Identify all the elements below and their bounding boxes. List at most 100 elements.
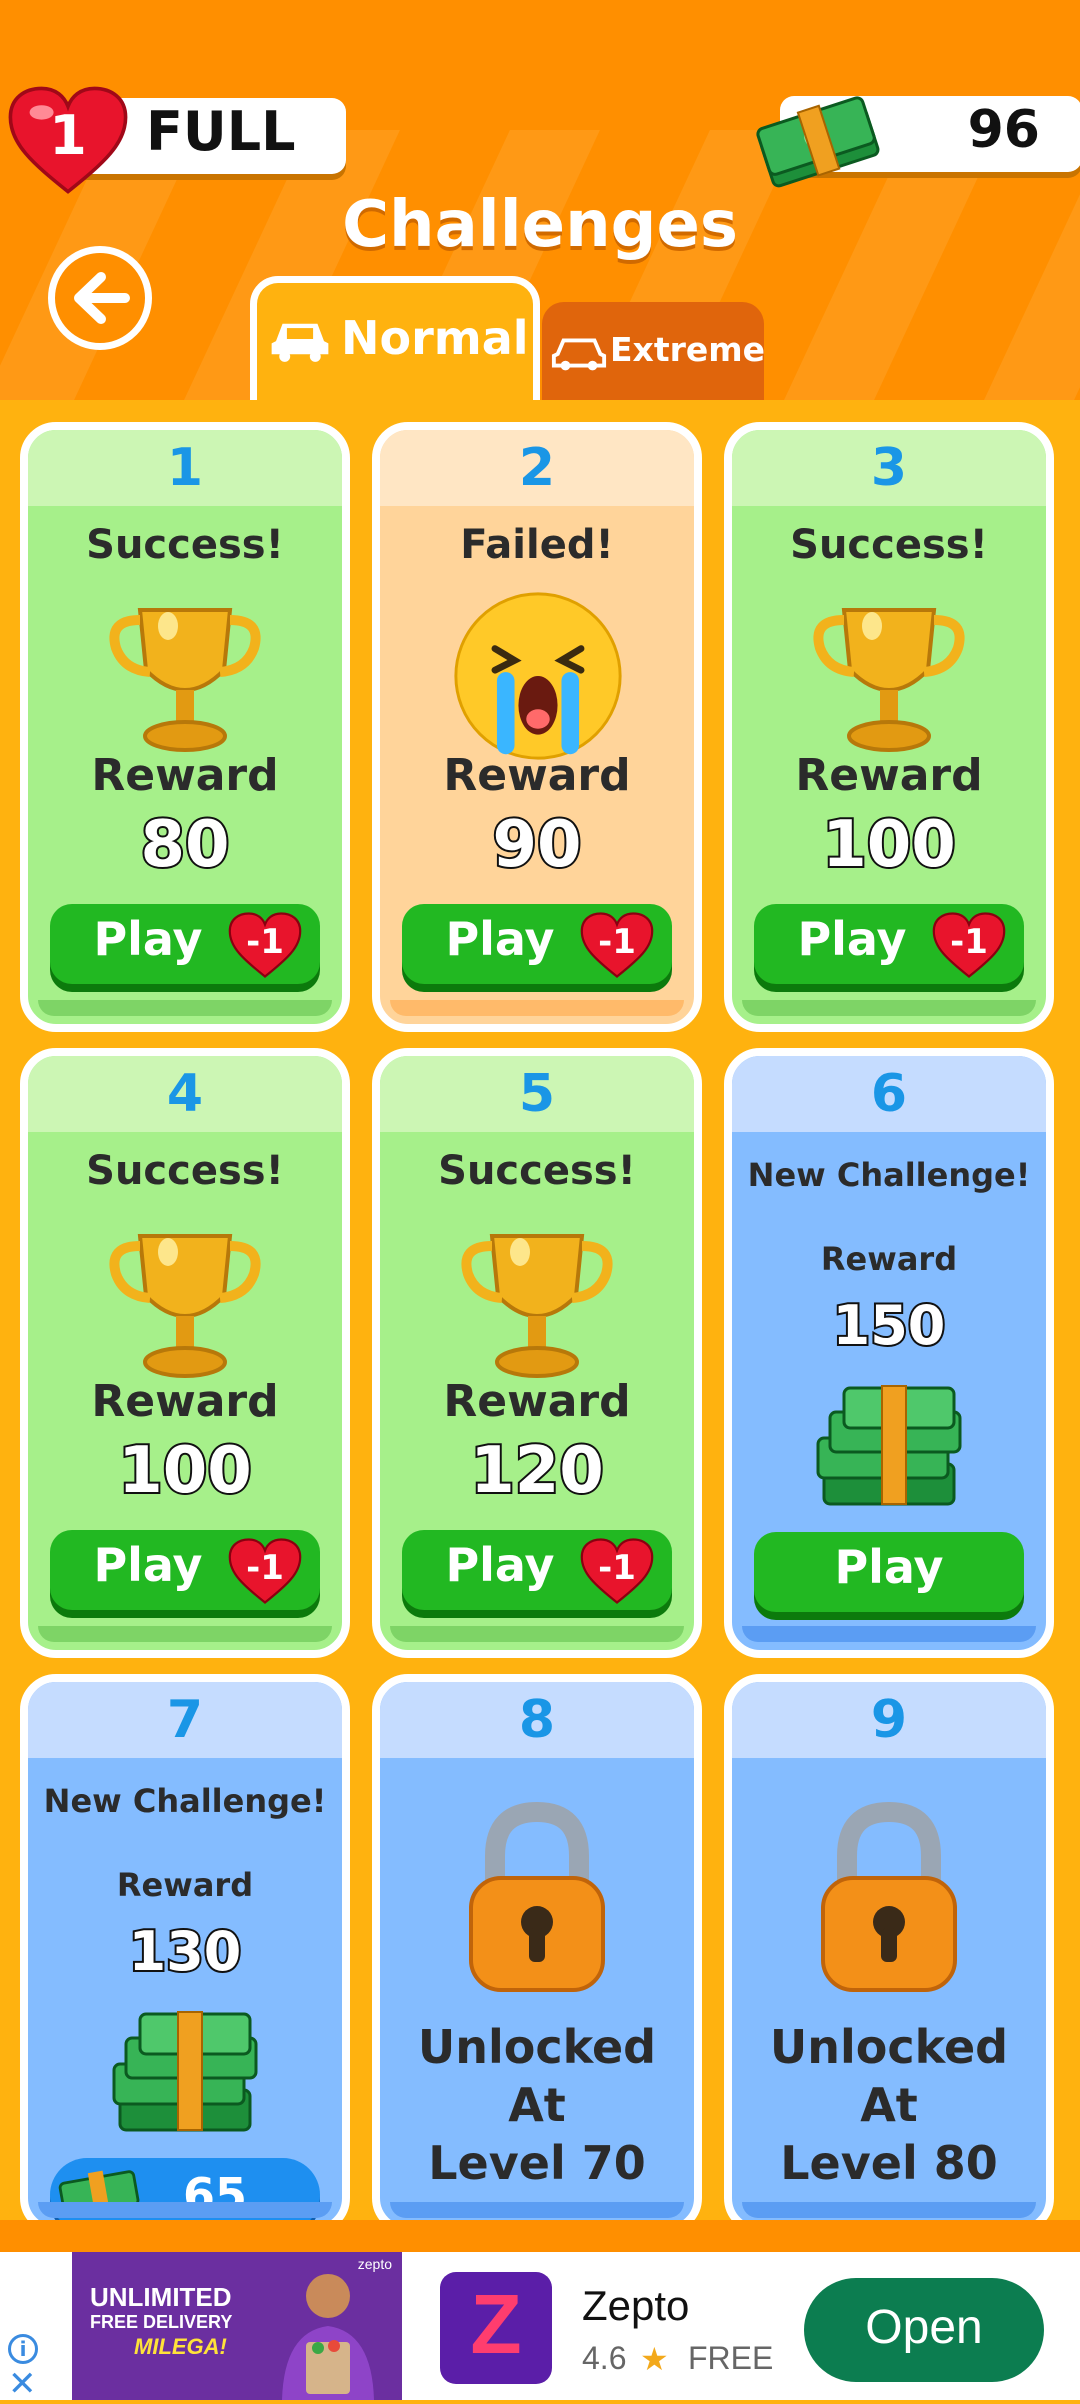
unlock-requirement-line2: At [508, 2078, 566, 2132]
reward-label: Reward [91, 1376, 279, 1427]
tab-normal-label: Normal [341, 311, 529, 365]
play-label: Play [834, 1540, 944, 1594]
lives-count: 1 [49, 104, 87, 167]
challenge-card-9: 9 Unlocked At Level 80 [724, 1674, 1054, 2234]
play-cost: -1 [598, 1548, 636, 1588]
challenge-status: Success! [86, 1148, 284, 1194]
page-title: Challenges [342, 188, 738, 262]
challenge-number: 7 [28, 1682, 342, 1758]
star-icon: ★ [640, 2340, 669, 2378]
reward-value: 150 [831, 1292, 948, 1359]
cash-icon [58, 2170, 140, 2218]
challenge-card-1: 1 Success! Reward 80 Play -1 [20, 422, 350, 1032]
play-label: Play [93, 912, 203, 966]
unlock-requirement-line1: Unlocked [769, 2020, 1009, 2074]
back-arrow-icon [74, 272, 130, 324]
play-button[interactable]: Play -1 [50, 904, 320, 984]
cash-stack-icon [756, 96, 880, 188]
ad-divider [0, 2220, 1080, 2252]
challenge-card-8: 8 Unlocked At Level 70 [372, 1674, 702, 2234]
reward-value: 100 [116, 1432, 254, 1510]
ad-image-tagline: MILEGA! [134, 2334, 227, 2359]
person-illustration [282, 2274, 374, 2400]
cash-amount: 96 [967, 100, 1040, 160]
unlock-requirement-line3: Level 70 [428, 2136, 646, 2190]
trophy-icon [109, 608, 261, 752]
ad-image[interactable]: zepto UNLIMITED FREE DELIVERY MILEGA! [72, 2252, 402, 2400]
play-cost: -1 [246, 1548, 284, 1588]
ad-rating: 4.6 [582, 2340, 627, 2376]
ad-price: FREE [688, 2340, 774, 2376]
challenge-number: 5 [380, 1056, 694, 1132]
cash-stack-icon [112, 2011, 258, 2132]
play-label: Play [445, 1538, 555, 1592]
cash-stack-icon [816, 1385, 962, 1506]
ad-open-label: Open [865, 2301, 983, 2354]
play-label: Play [93, 1538, 203, 1592]
challenge-card-3: 3 Success! Reward 100 Play -1 [724, 422, 1054, 1032]
unlock-requirement-line1: Unlocked [417, 2020, 657, 2074]
play-button[interactable]: Play -1 [402, 1530, 672, 1610]
reward-label: Reward [820, 1240, 958, 1278]
challenge-status: New Challenge! [43, 1782, 327, 1820]
reward-label: Reward [116, 1866, 254, 1904]
play-cost: -1 [950, 922, 988, 962]
play-label: Play [797, 912, 907, 966]
reward-value: 90 [490, 806, 583, 884]
unlock-requirement-line2: At [860, 2078, 918, 2132]
challenge-number: 1 [28, 430, 342, 506]
play-button[interactable]: Play -1 [50, 1530, 320, 1610]
reward-value: 130 [127, 1918, 244, 1985]
crying-face-icon [454, 592, 622, 760]
padlock-icon [469, 1801, 605, 1992]
challenge-number: 6 [732, 1056, 1046, 1132]
play-button[interactable]: Play -1 [754, 904, 1024, 984]
ad-banner[interactable]: i ✕ zepto UNLIMITED FREE DELIVERY MILEGA… [0, 2252, 1080, 2404]
challenge-card-6: 6 New Challenge! Reward 150 Play [724, 1048, 1054, 1658]
back-button[interactable] [48, 246, 152, 350]
trophy-icon [813, 608, 965, 752]
reward-label: Reward [443, 1376, 631, 1427]
challenge-status: Success! [790, 522, 988, 568]
header: 1 FULL 96 Challenges Extreme Normal [0, 0, 1080, 400]
tab-extreme[interactable]: Extreme [542, 302, 766, 400]
trophy-icon [109, 1234, 261, 1378]
challenge-number: 2 [380, 430, 694, 506]
reward-label: Reward [795, 750, 983, 801]
ad-image-subline: FREE DELIVERY [90, 2312, 233, 2332]
challenge-number: 9 [732, 1682, 1046, 1758]
info-icon[interactable]: i [8, 2334, 38, 2364]
challenge-status: New Challenge! [747, 1156, 1031, 1194]
ad-app-name: Zepto [582, 2282, 690, 2329]
challenge-card-7: 7 New Challenge! Reward 130 65 [20, 1674, 350, 2234]
reward-label: Reward [443, 750, 631, 801]
close-icon[interactable]: ✕ [8, 2364, 37, 2404]
reward-value: 100 [820, 806, 958, 884]
challenge-card-5: 5 Success! Reward 120 Play -1 [372, 1048, 702, 1658]
app-logo[interactable]: Z [440, 2272, 552, 2384]
lives-status: FULL [146, 100, 296, 163]
challenge-card-2: 2 Failed! Reward 90 Play -1 [372, 422, 702, 1032]
challenge-status: Success! [438, 1148, 636, 1194]
challenge-number: 8 [380, 1682, 694, 1758]
play-button[interactable]: Play -1 [402, 904, 672, 984]
reward-label: Reward [91, 750, 279, 801]
play-button[interactable]: Play [754, 1532, 1024, 1612]
challenge-status: Failed! [460, 522, 614, 568]
unlock-requirement-line3: Level 80 [780, 2136, 998, 2190]
padlock-icon [821, 1801, 957, 1992]
unlock-price: 65 [182, 2168, 247, 2222]
reward-value: 120 [468, 1432, 606, 1510]
challenge-card-4: 4 Success! Reward 100 Play -1 [20, 1048, 350, 1658]
play-cost: -1 [246, 922, 284, 962]
play-cost: -1 [598, 922, 636, 962]
trophy-icon [461, 1234, 613, 1378]
car-icon [271, 323, 329, 362]
tab-normal[interactable]: Normal [250, 276, 540, 400]
tab-extreme-label: Extreme [610, 330, 766, 369]
play-label: Play [445, 912, 555, 966]
challenge-number: 3 [732, 430, 1046, 506]
challenge-status: Success! [86, 522, 284, 568]
ad-open-button[interactable]: Open [804, 2278, 1044, 2382]
challenge-number: 4 [28, 1056, 342, 1132]
